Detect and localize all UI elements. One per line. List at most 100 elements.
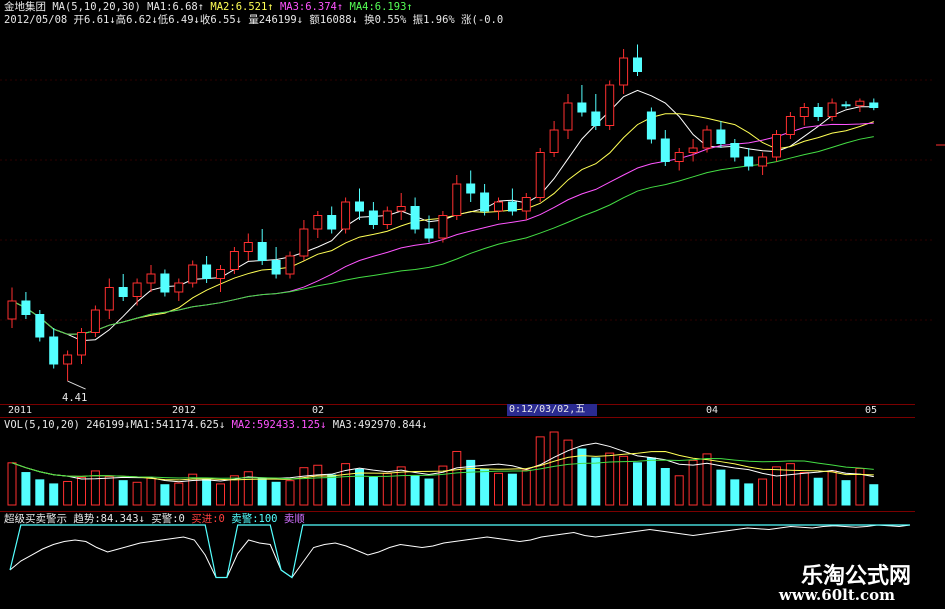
ma3-value: MA3:6.374↑: [279, 1, 344, 13]
candle-body: [674, 152, 684, 162]
volume-bar: [646, 457, 656, 506]
candle-body: [146, 273, 156, 284]
candle-body: [660, 138, 670, 162]
indicator-name: 超级买卖警示: [4, 513, 67, 525]
trend-line: [9, 524, 911, 579]
date-04: 04: [706, 405, 719, 416]
candle-body: [382, 210, 392, 225]
candle-body: [605, 84, 615, 126]
candle-body: [160, 273, 170, 293]
candle-body: [480, 192, 490, 212]
volume-bar: [49, 483, 59, 506]
candle-body: [799, 107, 809, 117]
volume-bar: [410, 475, 420, 506]
volume-bar: [160, 484, 170, 506]
candle-body: [21, 300, 31, 315]
candle-body: [118, 287, 128, 297]
candle-body: [772, 134, 781, 158]
volume-value: 量246199↓: [248, 14, 304, 26]
volume-bar: [355, 468, 364, 506]
volume-bar: [63, 480, 73, 506]
volume-bar: [841, 480, 851, 506]
sell-value: 卖顺: [283, 513, 305, 525]
vol-ma3: MA3:492970.844↓: [332, 419, 428, 431]
candle-body: [549, 129, 559, 153]
candle-body: [813, 107, 823, 117]
volume-bar: [619, 455, 629, 506]
candle-body: [63, 354, 73, 365]
candle-body: [619, 57, 629, 86]
amount-value: 额16088↓: [309, 14, 358, 26]
indicator-header: 超级买卖警示 趋势:84.343↓ 买警:0 买进:0 卖警:100 卖顺: [4, 513, 305, 525]
candle-body: [577, 102, 587, 113]
stock-name: 金地集团: [4, 1, 46, 13]
volume-bar: [257, 477, 267, 506]
volume-bar: [35, 479, 45, 506]
ma2-value: MA2:6.521↑: [210, 1, 274, 13]
candle-body: [507, 201, 517, 212]
volume-bar: [549, 431, 559, 506]
volume-bar: [299, 467, 309, 506]
trend-value: 趋势:84.343↓: [73, 513, 145, 525]
volume-bar: [591, 457, 601, 506]
rise-value: 涨(-0.0: [461, 14, 504, 26]
date-02: 02: [312, 405, 325, 416]
volume-bar: [758, 478, 768, 506]
candle-body: [744, 156, 754, 167]
volume-bar: [702, 453, 712, 506]
volume-bar: [327, 474, 337, 506]
volume-bar: [174, 482, 184, 506]
volume-bar: [77, 476, 86, 506]
volume-bar: [271, 481, 281, 506]
watermark-url: www.60lt.com: [778, 586, 895, 604]
candle-body: [452, 183, 462, 216]
turnover-value: 换0.55%: [364, 14, 407, 26]
candle-body: [758, 156, 768, 167]
volume-bar: [535, 436, 545, 506]
candle-body: [49, 336, 59, 365]
volume-bar: [577, 448, 587, 506]
candle-body: [494, 201, 503, 212]
volume-series: [7, 431, 879, 506]
candle-body: [271, 260, 281, 275]
candle-body: [174, 282, 184, 293]
candle-body: [841, 104, 851, 107]
candle-body: [855, 100, 865, 107]
candle-body: [299, 228, 309, 257]
candle-body: [216, 269, 225, 279]
low-marker-pointer: [67, 380, 86, 390]
date-2011: 2011: [8, 405, 33, 416]
candle-body: [646, 111, 656, 140]
close-value: 收6.55↓: [199, 14, 242, 26]
price-header: 金地集团 MA(5,10,20,30) MA1:6.68↑ MA2:6.521↑…: [4, 1, 413, 13]
indicator-series: [9, 524, 911, 579]
volume-bar: [480, 468, 490, 506]
candle-body: [77, 332, 86, 356]
volume-bar: [285, 480, 295, 506]
volume-bar: [146, 477, 156, 506]
candle-body: [355, 201, 364, 212]
candle-body: [716, 129, 726, 144]
low-value: 低6.49↓: [157, 14, 200, 26]
ma1-value: MA1:6.68↑: [147, 1, 205, 13]
volume-bar: [452, 450, 462, 506]
volume-bar: [494, 472, 503, 506]
volume-bar: [674, 475, 684, 506]
volume-bar: [118, 480, 128, 506]
candle-body: [688, 147, 698, 153]
candle-body: [591, 111, 601, 126]
ohlc-header: 2012/05/08 开6.61↓高6.62↓低6.49↓收6.55↓ 量246…: [4, 14, 503, 26]
candle-body: [368, 210, 378, 225]
vol-ma2: MA2:592433.125↓: [231, 419, 327, 431]
candle-body: [90, 309, 100, 333]
candle-body: [869, 102, 879, 108]
volume-bar: [730, 479, 740, 506]
candle-body: [257, 242, 267, 261]
candle-body: [313, 215, 323, 230]
candle-body: [535, 152, 545, 198]
volume-bar: [368, 476, 378, 506]
bar-date: 2012/05/08: [4, 14, 68, 26]
high-value: 高6.62↓: [115, 14, 158, 26]
candle-body: [466, 183, 476, 194]
volume-bar: [869, 484, 879, 506]
